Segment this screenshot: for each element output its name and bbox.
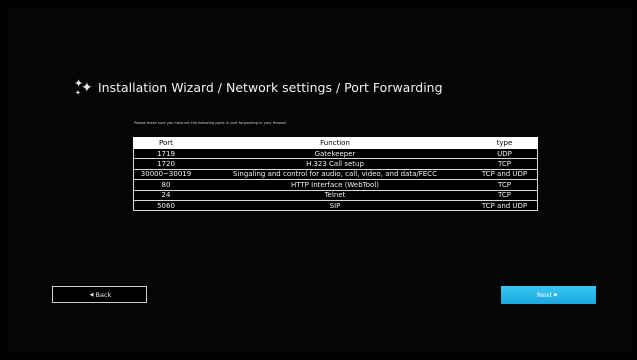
table-row: 80 HTTP Interface (WebTool) TCP: [133, 179, 538, 191]
header-type: type: [471, 137, 538, 149]
type-cell: UDP: [471, 147, 538, 160]
port-cell: 30000~30019: [133, 168, 199, 181]
back-button[interactable]: ◀ Back: [52, 286, 147, 303]
function-cell: Gatekeeper: [198, 147, 472, 160]
next-button[interactable]: Next ▶: [501, 286, 596, 304]
function-cell: HTTP Interface (WebTool): [198, 179, 472, 191]
port-forwarding-table: Port Function type 1719 Gatekeeper UDP 1…: [133, 137, 538, 212]
port-cell: 5060: [133, 199, 199, 212]
magic-wand-icon: ✦ ✦ ✦: [74, 77, 93, 97]
table-row: 1720 H.323 Call setup TCP: [133, 158, 538, 170]
function-cell: Singaling and control for audio, call, v…: [198, 168, 472, 181]
type-cell: TCP and UDP: [471, 199, 538, 212]
page-title: Installation Wizard / Network settings /…: [98, 79, 443, 95]
type-cell: TCP: [471, 189, 538, 201]
table-row: 5060 SIP TCP and UDP: [133, 199, 538, 212]
type-cell: TCP: [471, 179, 538, 191]
port-cell: 80: [133, 179, 199, 191]
type-cell: TCP: [471, 158, 538, 170]
table-header-row: Port Function type: [133, 137, 538, 149]
header-function: Function: [198, 137, 472, 149]
table-row: 24 Telnet TCP: [133, 189, 538, 201]
arrow-right-icon: ▶: [554, 292, 558, 298]
function-cell: H.323 Call setup: [198, 158, 472, 170]
function-cell: SIP: [198, 199, 472, 212]
instruction-text: Please make sure you have set the follow…: [134, 121, 287, 125]
next-button-label: Next: [536, 291, 553, 299]
page-header: ✦ ✦ ✦ Installation Wizard / Network sett…: [74, 77, 443, 97]
function-cell: Telnet: [198, 189, 472, 201]
port-cell: 1719: [133, 147, 199, 160]
port-cell: 1720: [133, 158, 199, 170]
port-cell: 24: [133, 189, 199, 201]
arrow-left-icon: ◀: [89, 291, 94, 298]
table-row: 1719 Gatekeeper UDP: [133, 147, 538, 160]
back-button-label: Back: [95, 290, 112, 299]
header-port: Port: [133, 137, 199, 149]
table-row: 30000~30019 Singaling and control for au…: [133, 168, 538, 181]
type-cell: TCP and UDP: [471, 168, 538, 181]
